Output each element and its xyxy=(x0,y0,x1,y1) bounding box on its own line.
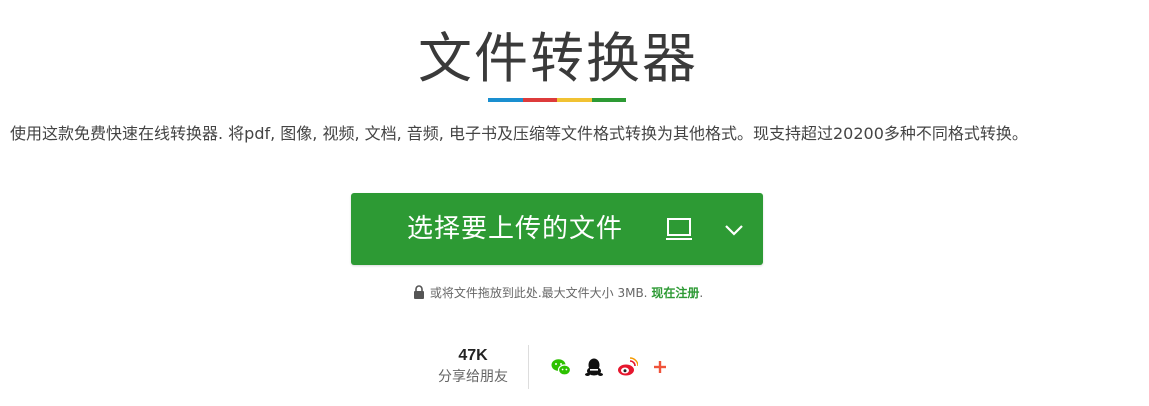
upload-button-label: 选择要上传的文件 xyxy=(407,214,624,244)
upload-note: 或将文件拖放到此处.最大文件大小 3MB. 现在注册. xyxy=(0,284,1116,301)
page-title: 文件转换器 xyxy=(418,27,698,90)
upload-note-text: 或将文件拖放到此处.最大文件大小 3MB. xyxy=(429,286,648,300)
share-divider xyxy=(528,345,529,389)
register-link[interactable]: 现在注册 xyxy=(651,286,699,300)
accent-green xyxy=(591,98,626,102)
qq-icon[interactable] xyxy=(583,356,605,378)
lock-icon xyxy=(413,285,424,299)
wechat-icon[interactable] xyxy=(550,356,572,378)
accent-yellow xyxy=(557,98,592,102)
note-suffix: . xyxy=(699,286,704,300)
share-label: 分享给朋友 xyxy=(438,369,508,385)
page-description: 使用这款免费快速在线转换器. 将pdf, 图像, 视频, 文档, 音频, 电子书… xyxy=(10,124,1028,143)
accent-blue xyxy=(488,98,523,102)
accent-color-bar xyxy=(488,98,626,102)
folder-icon[interactable] xyxy=(663,213,695,245)
upload-button[interactable]: 选择要上传的文件 xyxy=(351,193,763,265)
chevron-down-icon[interactable] xyxy=(723,219,745,241)
weibo-icon[interactable] xyxy=(616,356,638,378)
share-count: 47K xyxy=(458,347,488,364)
accent-red xyxy=(522,98,557,102)
plus-icon[interactable] xyxy=(649,356,671,378)
